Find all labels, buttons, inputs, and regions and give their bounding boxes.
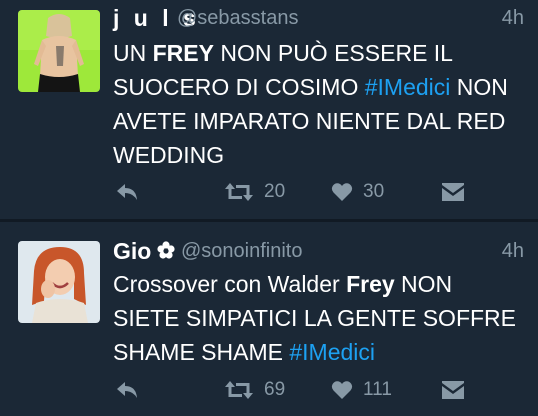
hashtag-link[interactable]: #IMedici	[289, 339, 375, 365]
avatar[interactable]	[18, 10, 100, 92]
hashtag-link[interactable]: #IMedici	[365, 74, 451, 100]
reply-icon	[117, 184, 137, 200]
like-button[interactable]: 30	[331, 177, 384, 207]
avatar[interactable]	[18, 241, 100, 323]
timestamp[interactable]: 4h	[502, 240, 524, 263]
tweet-text: UN FREY NON PUÒ ESSERE IL SUOCERO DI COS…	[113, 36, 524, 172]
envelope-icon	[442, 381, 464, 399]
tweet-actions: 20 30	[113, 177, 524, 207]
user-handle[interactable]: @sonoinfinito	[181, 240, 302, 263]
reply-button[interactable]	[115, 177, 139, 207]
retweet-count: 20	[264, 181, 286, 202]
tweet-card[interactable]: j u l s @sebasstans 4h UN FREY NON PUÒ E…	[0, 0, 538, 219]
retweet-icon	[225, 381, 253, 399]
like-count: 111	[363, 379, 392, 400]
text-segment: UN	[113, 40, 153, 66]
like-count: 30	[363, 181, 385, 202]
text-bold: FREY	[152, 40, 214, 66]
tweet-header: Gio @sonoinfinito 4h	[113, 238, 524, 266]
tweet-header: j u l s @sebasstans 4h	[113, 5, 524, 33]
retweet-icon	[225, 183, 253, 201]
envelope-icon	[442, 183, 464, 201]
user-handle[interactable]: @sebasstans	[177, 7, 298, 30]
direct-message-button[interactable]	[441, 177, 465, 207]
text-segment: Crossover con Walder	[113, 271, 347, 297]
retweet-button[interactable]: 69	[224, 375, 285, 405]
reply-button[interactable]	[115, 375, 139, 405]
flower-icon	[157, 241, 175, 259]
like-button[interactable]: 111	[331, 375, 392, 405]
heart-icon	[331, 183, 353, 201]
reply-icon	[117, 382, 137, 398]
display-name[interactable]: Gio	[113, 238, 151, 265]
tweet-actions: 69 111	[113, 375, 524, 405]
text-bold: Frey	[346, 271, 395, 297]
heart-icon	[331, 381, 353, 399]
direct-message-button[interactable]	[441, 375, 465, 405]
timestamp[interactable]: 4h	[502, 7, 524, 30]
retweet-count: 69	[264, 379, 286, 400]
retweet-button[interactable]: 20	[224, 177, 285, 207]
tweet-text: Crossover con Walder Frey NON SIETE SIMP…	[113, 267, 524, 369]
tweet-feed: j u l s @sebasstans 4h UN FREY NON PUÒ E…	[0, 0, 538, 416]
tweet-card[interactable]: Gio @sonoinfinito 4h Crossover con Walde…	[0, 222, 538, 416]
